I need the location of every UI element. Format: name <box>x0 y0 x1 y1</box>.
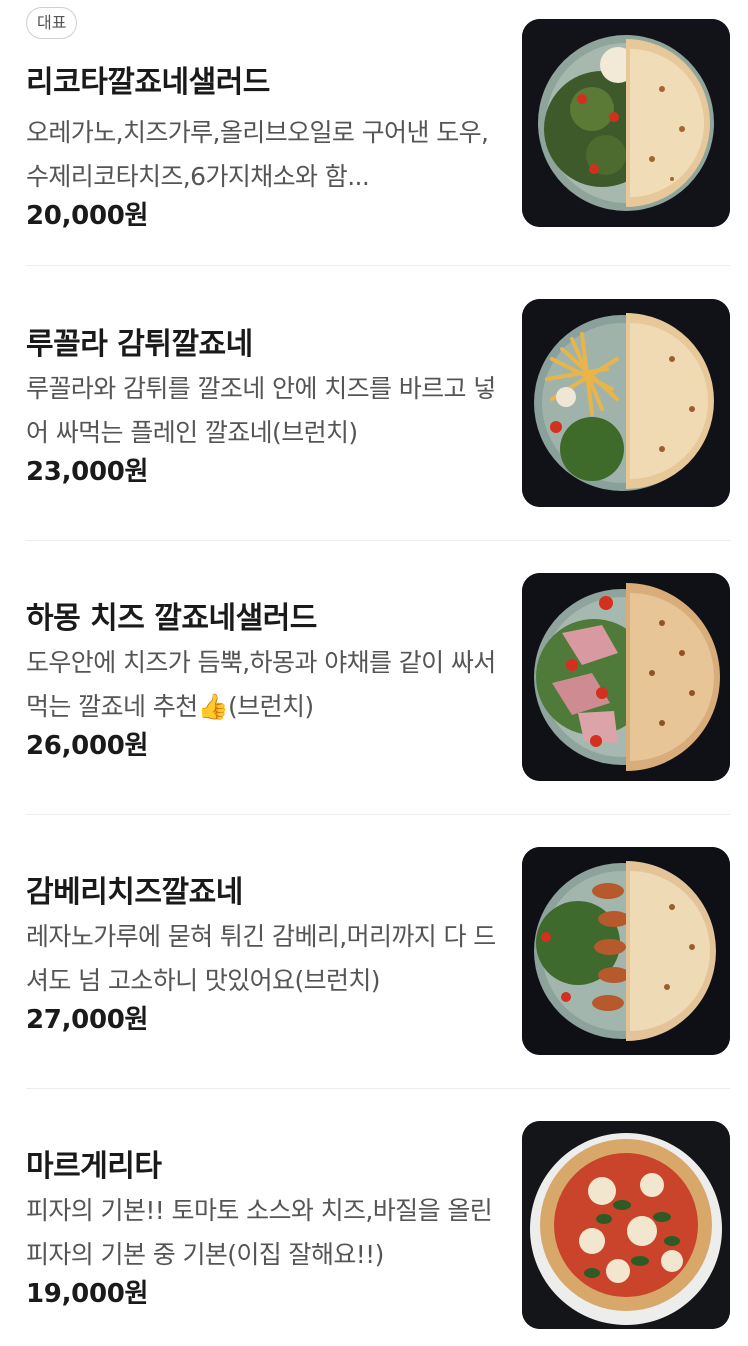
menu-item-gamberi-cheese-calzone[interactable]: 감베리치즈깔죠네 레자노가루에 묻혀 튀긴 감베리,머리까지 다 드셔도 넘 고… <box>26 847 730 1055</box>
menu-item-photo[interactable] <box>522 1121 730 1329</box>
divider <box>26 814 730 815</box>
menu-list: 대표 리코타깔죠네샐러드 오레가노,치즈가루,올리브오일로 구어낸 도우,수제리… <box>0 0 748 1346</box>
menu-item-name: 감베리치즈깔죠네 <box>26 875 243 910</box>
menu-item-price: 26,000원 <box>26 731 149 761</box>
menu-item-photo[interactable] <box>522 573 730 781</box>
menu-item-photo[interactable] <box>522 19 730 227</box>
menu-item-price: 20,000원 <box>26 201 149 231</box>
menu-item-arugula-fries-calzone[interactable]: 루꼴라 감튀깔죠네 루꼴라와 감튀를 깔조네 안에 치즈를 바르고 넣어 싸먹는… <box>26 299 730 507</box>
menu-item-price: 19,000원 <box>26 1279 149 1309</box>
menu-item-description: 피자의 기본!! 토마토 소스와 치즈,바질을 올린 피자의 기본 중 기본(이… <box>26 1196 493 1269</box>
menu-item-description: 루꼴라와 감튀를 깔조네 안에 치즈를 바르고 넣어 싸먹는 플레인 깔죠네(브… <box>26 374 496 447</box>
divider <box>26 540 730 541</box>
menu-item-description: 레자노가루에 묻혀 튀긴 감베리,머리까지 다 드셔도 넘 고소하니 맛있어요(… <box>26 922 496 995</box>
menu-item-name: 루꼴라 감튀깔죠네 <box>26 327 253 362</box>
signature-badge: 대표 <box>26 7 78 39</box>
menu-item-photo[interactable] <box>522 299 730 507</box>
menu-item-margherita[interactable]: 마르게리타 피자의 기본!! 토마토 소스와 치즈,바질을 올린 피자의 기본 … <box>26 1121 730 1329</box>
menu-item-name: 리코타깔죠네샐러드 <box>26 65 270 100</box>
menu-item-jamon-cheese-calzone-salad[interactable]: 하몽 치즈 깔죠네샐러드 도우안에 치즈가 듬뿍,하몽과 야채를 같이 싸서 먹… <box>26 573 730 781</box>
menu-item-price: 23,000원 <box>26 457 149 487</box>
menu-item-ricotta-calzone-salad[interactable]: 대표 리코타깔죠네샐러드 오레가노,치즈가루,올리브오일로 구어낸 도우,수제리… <box>26 7 730 231</box>
menu-item-photo[interactable] <box>522 847 730 1055</box>
menu-item-name: 마르게리타 <box>26 1149 162 1184</box>
menu-item-description: 오레가노,치즈가루,올리브오일로 구어낸 도우,수제리코타치즈,6가지채소와 함… <box>26 118 489 191</box>
menu-item-description: 도우안에 치즈가 듬뿍,하몽과 야채를 같이 싸서 먹는 깔죠네 추천👍(브런치… <box>26 648 496 721</box>
divider <box>26 1088 730 1089</box>
divider <box>26 265 730 266</box>
menu-item-price: 27,000원 <box>26 1005 149 1035</box>
menu-item-name: 하몽 치즈 깔죠네샐러드 <box>26 601 317 636</box>
